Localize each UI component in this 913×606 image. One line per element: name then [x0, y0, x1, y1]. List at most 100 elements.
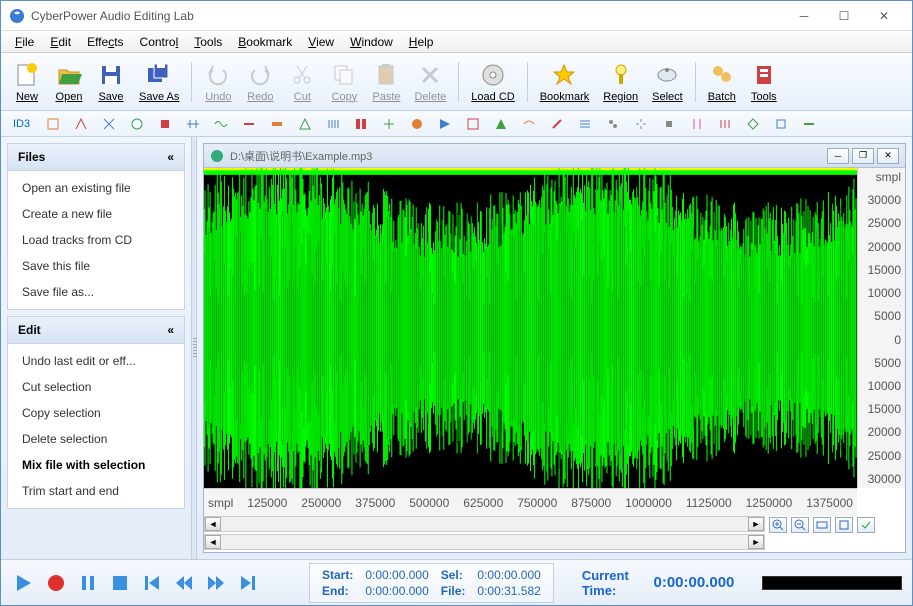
toolbar-select-button[interactable]: Select	[646, 59, 689, 105]
tool-icon[interactable]	[100, 116, 118, 132]
zoom-fit-button[interactable]	[813, 517, 831, 533]
tool-icon[interactable]	[128, 116, 146, 132]
edit-item[interactable]: Copy selection	[8, 400, 184, 426]
doc-close-button[interactable]: ✕	[877, 148, 899, 164]
current-time: Current Time:	[582, 568, 636, 598]
redo-icon	[246, 61, 274, 89]
tool-icon[interactable]	[464, 116, 482, 132]
edit-item[interactable]: Cut selection	[8, 374, 184, 400]
play-button[interactable]	[11, 570, 37, 596]
tool-icon[interactable]	[688, 116, 706, 132]
saveas-icon	[145, 61, 173, 89]
region-icon	[607, 61, 635, 89]
scroll-left-button[interactable]: ◄	[205, 517, 221, 531]
waveform-canvas[interactable]	[204, 168, 857, 488]
toolbar-region-button[interactable]: Region	[597, 59, 644, 105]
edit-item[interactable]: Trim start and end	[8, 478, 184, 504]
tool-icon[interactable]	[72, 116, 90, 132]
document-title-bar: D:\桌面\说明书\Example.mp3 ─ ❐ ✕	[204, 144, 905, 168]
files-item[interactable]: Save file as...	[8, 279, 184, 305]
edit-item[interactable]: Delete selection	[8, 426, 184, 452]
menu-bookmark[interactable]: Bookmark	[230, 33, 300, 51]
edit-panel-header[interactable]: Edit «	[8, 317, 184, 344]
tool-icon[interactable]	[772, 116, 790, 132]
vertical-splitter[interactable]	[191, 137, 197, 559]
prev-button[interactable]	[139, 570, 165, 596]
forward-button[interactable]	[203, 570, 229, 596]
tool-icon[interactable]	[380, 116, 398, 132]
toolbar-tools-button[interactable]: Tools	[744, 59, 784, 105]
next-button[interactable]	[235, 570, 261, 596]
tool-icon[interactable]	[632, 116, 650, 132]
scroll-right-button[interactable]: ►	[748, 535, 764, 549]
tool-icon[interactable]	[268, 116, 286, 132]
tool-icon[interactable]	[352, 116, 370, 132]
new-icon	[13, 61, 41, 89]
menu-effects[interactable]: Effects	[79, 33, 131, 51]
undo-icon	[204, 61, 232, 89]
tool-icon[interactable]	[744, 116, 762, 132]
doc-restore-button[interactable]: ❐	[852, 148, 874, 164]
files-item[interactable]: Create a new file	[8, 201, 184, 227]
files-panel-header[interactable]: Files «	[8, 144, 184, 171]
menu-window[interactable]: Window	[342, 33, 401, 51]
tool-icon[interactable]	[660, 116, 678, 132]
tool-icon[interactable]	[436, 116, 454, 132]
tool-icon[interactable]	[324, 116, 342, 132]
zoom-in-button[interactable]	[769, 517, 787, 533]
tool-icon[interactable]	[156, 116, 174, 132]
window-title: CyberPower Audio Editing Lab	[31, 9, 784, 23]
record-button[interactable]	[43, 570, 69, 596]
menu-edit[interactable]: Edit	[42, 33, 79, 51]
tool-icon[interactable]	[296, 116, 314, 132]
tool-icon[interactable]	[716, 116, 734, 132]
tool-icon[interactable]	[240, 116, 258, 132]
scroll-left-button[interactable]: ◄	[205, 535, 221, 549]
edit-item[interactable]: Undo last edit or eff...	[8, 348, 184, 374]
close-button[interactable]: ✕	[864, 2, 904, 30]
pause-button[interactable]	[75, 570, 101, 596]
horizontal-scrollbar[interactable]: ◄ ►	[204, 516, 765, 532]
zoom-out-button[interactable]	[791, 517, 809, 533]
tool-icon[interactable]	[520, 116, 538, 132]
copy-icon	[330, 61, 358, 89]
tool-icon[interactable]	[548, 116, 566, 132]
toolbar-cd-button[interactable]: Load CD	[465, 59, 520, 105]
id3-button[interactable]: ID3	[9, 116, 34, 132]
zoom-sel-button[interactable]	[835, 517, 853, 533]
tool-icon[interactable]	[212, 116, 230, 132]
scroll-right-button[interactable]: ►	[748, 517, 764, 531]
tool-icon[interactable]	[800, 116, 818, 132]
menu-tools[interactable]: Tools	[186, 33, 230, 51]
toolbar-open-button[interactable]: Open	[49, 59, 89, 105]
save-icon	[97, 61, 125, 89]
files-item[interactable]: Load tracks from CD	[8, 227, 184, 253]
files-item[interactable]: Open an existing file	[8, 175, 184, 201]
menu-help[interactable]: Help	[401, 33, 442, 51]
minimize-button[interactable]: ─	[784, 2, 824, 30]
toolbar-save-button[interactable]: Save	[91, 59, 131, 105]
overview-scrollbar[interactable]: ◄ ►	[204, 534, 765, 550]
toolbar-batch-button[interactable]: Batch	[702, 59, 742, 105]
batch-icon	[708, 61, 736, 89]
tool-icon[interactable]	[492, 116, 510, 132]
tool-icon[interactable]	[604, 116, 622, 132]
rewind-button[interactable]	[171, 570, 197, 596]
doc-minimize-button[interactable]: ─	[827, 148, 849, 164]
toolbar-new-button[interactable]: New	[7, 59, 47, 105]
tool-icon[interactable]	[44, 116, 62, 132]
tool-icon[interactable]	[576, 116, 594, 132]
tool-icon[interactable]	[184, 116, 202, 132]
maximize-button[interactable]: ☐	[824, 2, 864, 30]
menu-view[interactable]: View	[300, 33, 342, 51]
zoom-check-button[interactable]	[857, 517, 875, 533]
menu-control[interactable]: Control	[132, 33, 187, 51]
toolbar-saveas-button[interactable]: Save As	[133, 59, 185, 105]
edit-item[interactable]: Mix file with selection	[8, 452, 184, 478]
files-item[interactable]: Save this file	[8, 253, 184, 279]
toolbar-bookmark-button[interactable]: Bookmark	[534, 59, 596, 105]
toolbar-redo-button: Redo	[240, 59, 280, 105]
stop-button[interactable]	[107, 570, 133, 596]
tool-icon[interactable]	[408, 116, 426, 132]
menu-file[interactable]: File	[7, 33, 42, 51]
